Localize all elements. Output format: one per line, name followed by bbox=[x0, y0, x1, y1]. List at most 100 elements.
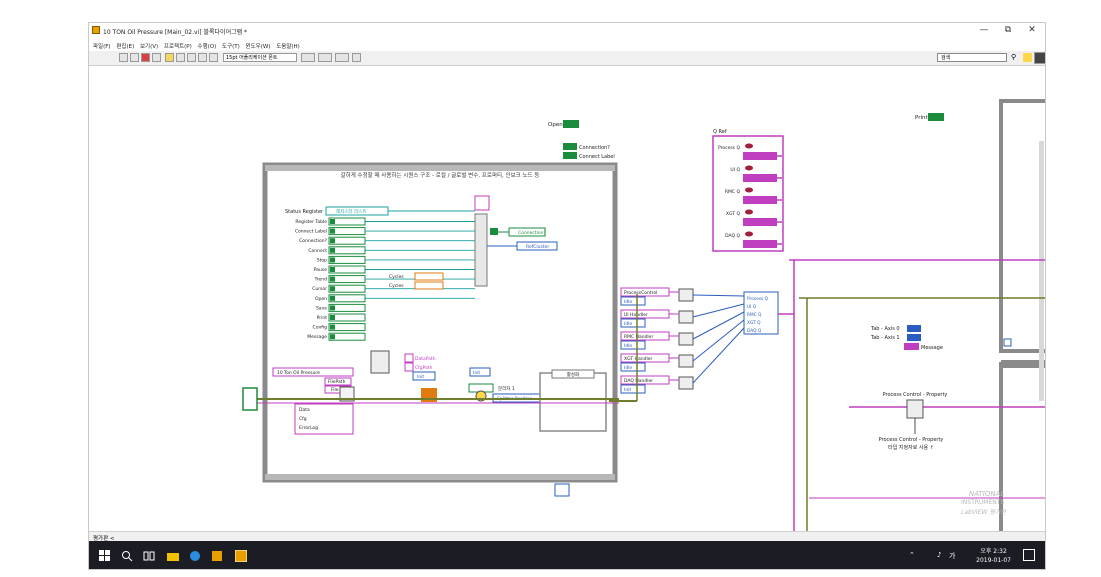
tab-axis0-terminal bbox=[907, 325, 921, 332]
bundle-queue-item: DAQ Q bbox=[747, 328, 762, 334]
menu-edit[interactable]: 편집(E) bbox=[116, 42, 134, 50]
reorder-icon[interactable] bbox=[335, 53, 349, 62]
menu-tools[interactable]: 도구(T) bbox=[222, 42, 240, 50]
connection-out-label: Connection? bbox=[518, 230, 546, 236]
menu-help[interactable]: 도움말(H) bbox=[276, 42, 300, 50]
bundle-queue-item: UI Q bbox=[747, 304, 757, 310]
search-icon[interactable]: ⚲ bbox=[1011, 53, 1020, 62]
menu-bar: 파일(F) 편집(E) 보기(V) 프로젝트(P) 수행(O) 도구(T) 윈도… bbox=[89, 39, 1045, 51]
handler-state: Idle bbox=[624, 365, 632, 371]
volume-icon[interactable]: ♪ bbox=[937, 551, 941, 559]
labview-taskbar-icon[interactable] bbox=[211, 550, 223, 562]
open-local-variable bbox=[563, 120, 579, 128]
run-icon[interactable] bbox=[119, 53, 128, 62]
block-diagram-canvas[interactable]: 갈하게 수정할 때 사용하는 시퀀스 구조 - 로컬 / 글로벌 변수, 프로퍼… bbox=[89, 66, 1045, 531]
clean-up-diagram-icon[interactable] bbox=[352, 53, 361, 62]
connect-label-local-variable bbox=[563, 152, 577, 159]
qref-label: Q Ref bbox=[713, 129, 727, 135]
icon-node-bottom bbox=[554, 483, 570, 497]
init-enum-a-label: Init bbox=[417, 374, 424, 380]
register-item-label: Stop bbox=[317, 257, 327, 263]
queue-refnum-terminal bbox=[743, 152, 777, 160]
vi-icon bbox=[1034, 52, 1045, 64]
menu-window[interactable]: 윈도우(W) bbox=[246, 42, 271, 50]
taskbar-date: 2019-01-07 bbox=[976, 557, 1011, 564]
register-ref-icon bbox=[330, 267, 335, 272]
block-diagram: 갈하게 수정할 때 사용하는 시퀀스 구조 - 로컬 / 글로벌 변수, 프로퍼… bbox=[242, 99, 1045, 531]
task-view-icon[interactable] bbox=[143, 550, 155, 562]
pause-icon[interactable] bbox=[152, 53, 161, 62]
file-explorer-icon[interactable] bbox=[167, 550, 179, 562]
bundle-queue-item: RMC Q bbox=[747, 312, 762, 318]
retain-wire-values-icon[interactable] bbox=[176, 53, 185, 62]
register-ref-icon bbox=[330, 286, 335, 292]
toolbar: 15pt 어플리케이션 폰트 검색 ⚲ bbox=[89, 51, 1045, 66]
minimize-button[interactable]: — bbox=[973, 25, 995, 35]
menu-operate[interactable]: 수행(O) bbox=[198, 42, 217, 50]
step-into-icon[interactable] bbox=[187, 53, 196, 62]
vertical-scrollbar[interactable] bbox=[1039, 141, 1044, 401]
register-item-label: Message bbox=[307, 334, 327, 340]
case-selector-text: 활성화 bbox=[567, 371, 579, 378]
start-icon[interactable] bbox=[99, 550, 111, 562]
queue-refnum-icon bbox=[745, 209, 753, 215]
pc-property-label: Process Control - Property bbox=[883, 392, 948, 398]
search-input[interactable]: 검색 bbox=[937, 53, 1007, 62]
cycles-terminal-1 bbox=[414, 272, 444, 281]
case-structure-inner bbox=[539, 372, 607, 432]
handler-subvi-node bbox=[678, 288, 694, 302]
notification-icon[interactable] bbox=[1023, 549, 1035, 561]
sequence-frame-top-film bbox=[265, 165, 615, 171]
handler-name: RMC Handler bbox=[624, 334, 653, 340]
status-register-value: 레지스터 리스트 bbox=[336, 208, 366, 215]
handler-state: Idle bbox=[624, 299, 632, 305]
menu-file[interactable]: 파일(F) bbox=[93, 42, 111, 50]
font-selector[interactable]: 15pt 어플리케이션 폰트 bbox=[223, 53, 297, 62]
handler-subvi-node bbox=[678, 332, 694, 346]
bundle-queue-item: Process Q bbox=[747, 296, 769, 302]
edge-icon[interactable] bbox=[189, 550, 201, 562]
search-icon[interactable] bbox=[121, 550, 133, 562]
message-label: Message bbox=[921, 345, 943, 351]
watermark-line-2: INSTRUMENTS bbox=[961, 499, 1004, 506]
menu-view[interactable]: 보기(V) bbox=[140, 42, 158, 50]
handler-state: Idle bbox=[624, 321, 632, 327]
queue-refnum-terminal bbox=[743, 174, 777, 182]
distribute-objects-icon[interactable] bbox=[318, 53, 332, 62]
network-icon[interactable]: ⌃ bbox=[909, 551, 915, 559]
abort-icon[interactable] bbox=[141, 53, 150, 62]
align-objects-icon[interactable] bbox=[301, 53, 315, 62]
active-app-icon[interactable] bbox=[235, 550, 247, 562]
handler-wire-out bbox=[692, 294, 745, 297]
run-continuously-icon[interactable] bbox=[130, 53, 139, 62]
register-ref-icon bbox=[330, 228, 335, 234]
array-item-cfg: Cfg bbox=[299, 416, 307, 422]
register-item-label: Save bbox=[316, 305, 327, 311]
register-ref-icon bbox=[330, 238, 335, 244]
queue-refnum-terminal bbox=[743, 218, 777, 226]
register-item-label: Config bbox=[313, 325, 328, 331]
step-out-icon[interactable] bbox=[209, 53, 218, 62]
taskbar-clock[interactable]: 오후 2:32 2019-01-07 bbox=[976, 547, 1011, 565]
ime-indicator[interactable]: 가 bbox=[949, 551, 955, 561]
register-ref-icon bbox=[330, 257, 335, 263]
pc-note: 타입 지정자로 사용 ↑ bbox=[888, 444, 934, 451]
close-button[interactable]: ✕ bbox=[1021, 25, 1043, 35]
register-item-label: Connection? bbox=[299, 238, 327, 244]
register-item-label: Print bbox=[317, 315, 328, 321]
watermark-line-3: LabVIEW 평가판 bbox=[961, 509, 1007, 516]
help-icon[interactable] bbox=[1023, 53, 1032, 62]
open-label: Open bbox=[548, 122, 563, 128]
menu-project[interactable]: 프로젝트(P) bbox=[164, 42, 192, 50]
step-over-icon[interactable] bbox=[198, 53, 207, 62]
queue-refnum-icon bbox=[745, 143, 753, 149]
highlight-execution-icon[interactable] bbox=[165, 53, 174, 62]
queue-label: DAQ Q bbox=[725, 233, 740, 239]
register-ref-icon bbox=[330, 295, 335, 301]
queue-label: XGT Q bbox=[726, 211, 741, 217]
register-ref-icon bbox=[330, 219, 335, 224]
maximize-button[interactable]: ⧉ bbox=[997, 25, 1019, 35]
handler-subvi-node bbox=[678, 376, 694, 390]
handler-state: Init bbox=[624, 387, 631, 393]
cycles-terminal-2 bbox=[414, 281, 444, 290]
